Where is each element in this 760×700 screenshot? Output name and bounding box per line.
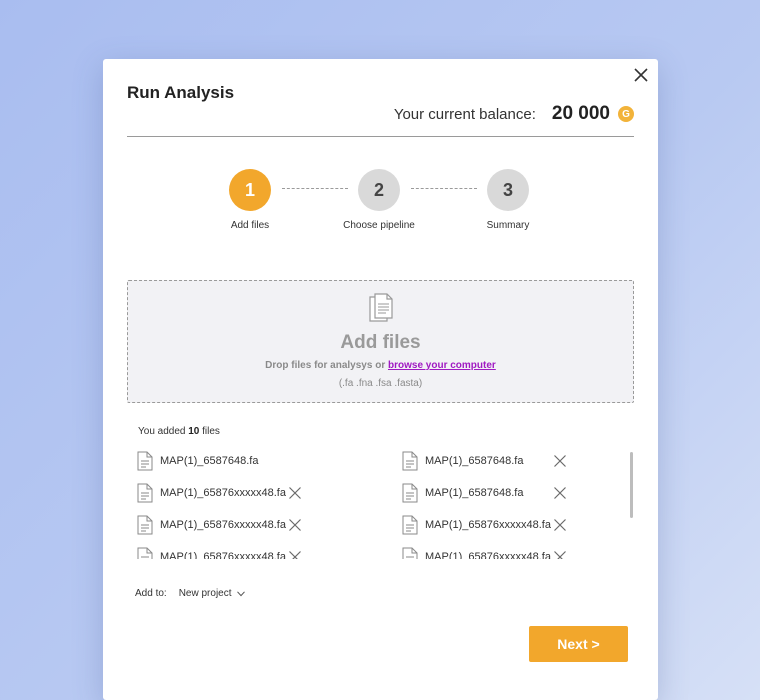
remove-file-icon[interactable] bbox=[288, 518, 302, 532]
step-3-circle: 3 bbox=[487, 169, 529, 211]
step-connector bbox=[282, 188, 348, 189]
remove-file-icon[interactable] bbox=[553, 486, 567, 500]
dropzone-hint-text: Drop files for analysys or bbox=[265, 360, 388, 371]
file-icon bbox=[137, 515, 153, 535]
files-count-value: 10 bbox=[188, 426, 200, 437]
file-item: MAP(1)_6587648.fa bbox=[401, 450, 523, 472]
remove-file-icon[interactable] bbox=[288, 486, 302, 500]
file-item: MAP(1)_6587648.fa bbox=[136, 450, 258, 472]
step-2-label: Choose pipeline bbox=[343, 220, 415, 231]
next-button[interactable]: Next > bbox=[529, 626, 628, 662]
project-select[interactable]: New project bbox=[179, 588, 245, 599]
file-name: MAP(1)_65876xxxxx48.fa bbox=[160, 487, 286, 499]
step-1-label: Add files bbox=[230, 220, 270, 231]
file-icon bbox=[402, 483, 418, 503]
project-select-value: New project bbox=[178, 588, 232, 599]
file-icon bbox=[402, 547, 418, 559]
file-icon bbox=[137, 547, 153, 559]
files-count-text: You added 10 files bbox=[138, 426, 220, 437]
step-connector bbox=[411, 188, 477, 189]
file-name: MAP(1)_6587648.fa bbox=[160, 455, 259, 467]
file-name: MAP(1)_6587648.fa bbox=[425, 487, 524, 499]
stepper: 1 2 3 Add files Choose pipeline Summary bbox=[103, 169, 658, 239]
modal-title: Run Analysis bbox=[127, 83, 235, 102]
file-item: MAP(1)_65876xxxxx48.fa bbox=[401, 514, 551, 536]
file-icon bbox=[137, 483, 153, 503]
remove-file-icon[interactable] bbox=[288, 550, 302, 559]
file-dropzone[interactable]: Add files Drop files for analysys or bro… bbox=[127, 280, 634, 403]
files-count-prefix: You added bbox=[138, 426, 189, 437]
files-count-suffix: files bbox=[199, 426, 220, 437]
file-item: MAP(1)_65876xxxxx48.fa bbox=[136, 482, 286, 504]
file-icon bbox=[402, 451, 418, 471]
file-item: MAP(1)_65876xxxxx48.fa bbox=[136, 514, 286, 536]
documents-icon bbox=[367, 293, 395, 330]
chevron-down-icon bbox=[236, 590, 245, 596]
balance-label: Your current balance: bbox=[393, 105, 536, 123]
close-icon[interactable] bbox=[633, 67, 649, 83]
file-item: MAP(1)_65876xxxxx48.fa bbox=[401, 546, 551, 559]
remove-file-icon[interactable] bbox=[553, 518, 567, 532]
remove-file-icon[interactable] bbox=[553, 454, 567, 468]
dropzone-hint: Drop files for analysys or browse your c… bbox=[128, 360, 633, 371]
coin-icon: G bbox=[618, 106, 634, 122]
file-list: MAP(1)_6587648.fa MAP(1)_6587648.fa MAP(1)… bbox=[136, 450, 606, 559]
dropzone-extensions: (.fa .fna .fsa .fasta) bbox=[338, 378, 423, 389]
header-divider bbox=[127, 136, 634, 137]
file-name: MAP(1)_65876xxxxx48.fa bbox=[160, 551, 286, 559]
file-name: MAP(1)_65876xxxxx48.fa bbox=[425, 551, 551, 559]
run-analysis-modal: Run Analysis Your current balance: 20 00… bbox=[103, 59, 658, 700]
add-to-label: Add to: bbox=[135, 588, 167, 599]
file-item: MAP(1)_6587648.fa bbox=[401, 482, 523, 504]
file-icon bbox=[137, 451, 153, 471]
file-name: MAP(1)_65876xxxxx48.fa bbox=[160, 519, 286, 531]
step-3-label: Summary bbox=[486, 220, 530, 231]
add-to-row: Add to: New project bbox=[135, 588, 245, 599]
file-icon bbox=[402, 515, 418, 535]
step-2-circle: 2 bbox=[358, 169, 400, 211]
browse-computer-link[interactable]: browse your computer bbox=[388, 360, 496, 371]
balance-value: 20 000 bbox=[551, 103, 610, 124]
balance-row: Your current balance: 20 000 G bbox=[394, 103, 634, 125]
file-name: MAP(1)_6587648.fa bbox=[425, 455, 524, 467]
file-item: MAP(1)_65876xxxxx48.fa bbox=[136, 546, 286, 559]
file-list-scrollbar[interactable] bbox=[630, 452, 633, 518]
dropzone-title: Add files bbox=[340, 332, 421, 353]
file-name: MAP(1)_65876xxxxx48.fa bbox=[425, 519, 551, 531]
step-1-circle: 1 bbox=[229, 169, 271, 211]
remove-file-icon[interactable] bbox=[553, 550, 567, 559]
